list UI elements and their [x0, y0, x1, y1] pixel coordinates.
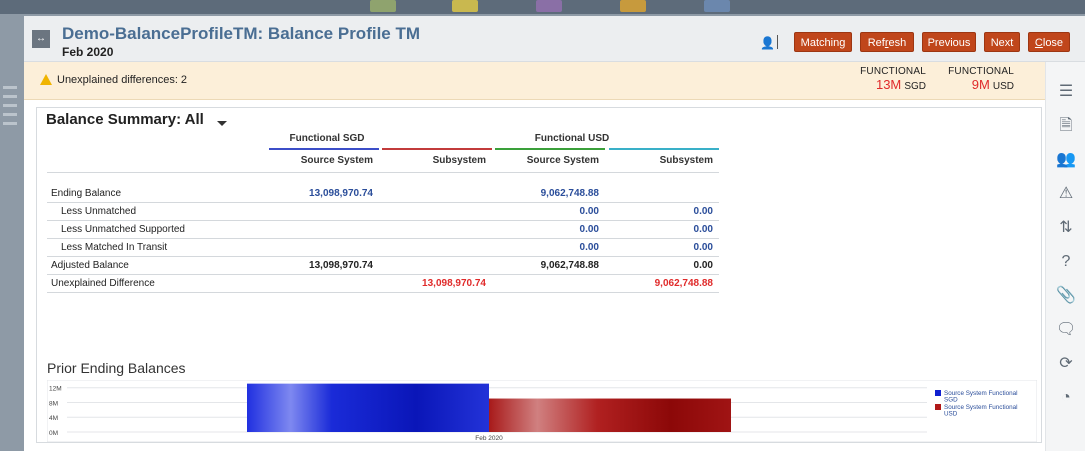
- metric-currency: SGD: [904, 81, 926, 92]
- toolbar-divider: [777, 35, 778, 49]
- unexplained-alert-banner: Unexplained differences: 2 FUNCTIONAL 13…: [24, 62, 1045, 100]
- background-tile-3: [536, 0, 562, 12]
- document-info-icon[interactable]: 🗎: [1056, 116, 1076, 136]
- prior-ending-balances-title: Prior Ending Balances: [47, 360, 186, 376]
- user-icon[interactable]: 👤: [760, 36, 775, 50]
- previous-button[interactable]: Previous: [922, 32, 976, 52]
- table-cell[interactable]: 0.00: [593, 206, 713, 217]
- table-cell[interactable]: 13,098,970.74: [253, 188, 373, 199]
- balance-profile-dialog: ↔ Demo-BalanceProfileTM: Balance Profile…: [24, 16, 1085, 451]
- comment-icon[interactable]: 🗨: [1056, 320, 1076, 340]
- x-tick-label: Feb 2020: [475, 435, 503, 442]
- balance-summary-panel: Balance Summary: All Functional SGD Func…: [36, 107, 1042, 443]
- y-tick-label: 4M: [49, 415, 58, 422]
- metric-functional-sgd[interactable]: FUNCTIONAL 13M SGD: [854, 66, 926, 92]
- row-label: Adjusted Balance: [51, 260, 129, 271]
- dialog-header: ↔ Demo-BalanceProfileTM: Balance Profile…: [24, 16, 1085, 62]
- column-rule-2: [382, 148, 492, 150]
- table-cell[interactable]: 0.00: [593, 242, 713, 253]
- y-tick-label: 8M: [49, 400, 58, 407]
- y-tick-label: 0M: [49, 430, 58, 437]
- group-header-sgd: Functional SGD: [289, 133, 365, 144]
- dialog-title: Demo-BalanceProfileTM: Balance Profile T…: [62, 24, 421, 43]
- table-cell[interactable]: 0.00: [479, 242, 599, 253]
- table-cell[interactable]: 13,098,970.74: [253, 260, 373, 271]
- bar-source-sgd: [247, 383, 489, 432]
- close-button[interactable]: Close: [1028, 32, 1070, 52]
- list-icon[interactable]: ☰: [1056, 82, 1076, 102]
- column-rule-3: [495, 148, 605, 150]
- matching-button[interactable]: Matching: [794, 32, 852, 52]
- column-header[interactable]: Source System: [253, 155, 373, 166]
- row-divider: [47, 274, 719, 275]
- prior-ending-balances-chart: 0M4M8M12MFeb 2020Source System Functiona…: [47, 380, 1037, 442]
- metric-currency: USD: [992, 81, 1014, 92]
- group-header-usd: Functional USD: [534, 133, 610, 144]
- metric-label: FUNCTIONAL: [860, 66, 926, 77]
- user-settings-icon[interactable]: 👥: [1056, 150, 1076, 170]
- column-rule-1: [269, 148, 379, 150]
- row-label: Ending Balance: [51, 188, 122, 199]
- metric-value: 13M: [875, 77, 902, 92]
- y-tick-label: 12M: [49, 386, 62, 393]
- bar-source-usd: [489, 398, 731, 432]
- table-cell[interactable]: 0.00: [479, 206, 599, 217]
- question-list-icon[interactable]: ?: [1056, 252, 1076, 272]
- balance-summary-title: Balance Summary: All: [46, 111, 204, 128]
- row-label: Less Unmatched Supported: [61, 224, 185, 235]
- table-cell[interactable]: 9,062,748.88: [479, 260, 599, 271]
- alert-icon[interactable]: ⚠: [1056, 184, 1076, 204]
- background-tile-1: [370, 0, 396, 12]
- row-divider: [47, 238, 719, 239]
- header-rule: [47, 172, 719, 173]
- table-cell[interactable]: 0.00: [593, 224, 713, 235]
- next-button[interactable]: Next: [984, 32, 1020, 52]
- row-divider: [47, 220, 719, 221]
- legend-swatch: [935, 390, 941, 396]
- table-cell[interactable]: 0.00: [479, 224, 599, 235]
- metric-value: 9M: [971, 77, 990, 92]
- table-cell[interactable]: 0.00: [593, 260, 713, 271]
- background-tile-5: [704, 0, 730, 12]
- column-header[interactable]: Subsystem: [366, 155, 486, 166]
- row-divider: [47, 256, 719, 257]
- metric-functional-usd[interactable]: FUNCTIONAL 9M USD: [942, 66, 1014, 92]
- chevron-down-icon[interactable]: [217, 121, 227, 126]
- row-label: Less Matched In Transit: [61, 242, 168, 253]
- row-label: Unexplained Difference: [51, 278, 155, 289]
- column-header[interactable]: Source System: [479, 155, 599, 166]
- history-icon[interactable]: ⟳: [1056, 354, 1076, 374]
- table-cell[interactable]: 9,062,748.88: [479, 188, 599, 199]
- clock-icon[interactable]: ◔: [1056, 388, 1076, 408]
- background-tile-4: [620, 0, 646, 12]
- refresh-button[interactable]: Refresh: [860, 32, 914, 52]
- period-label: Feb 2020: [62, 45, 114, 59]
- row-divider: [47, 202, 719, 203]
- legend-swatch: [935, 404, 941, 410]
- attachment-icon[interactable]: 📎: [1056, 286, 1076, 306]
- column-header[interactable]: Subsystem: [593, 155, 713, 166]
- background-tile-2: [452, 0, 478, 12]
- expand-icon[interactable]: ↔: [32, 30, 50, 48]
- warning-icon: [40, 74, 52, 85]
- row-divider: [47, 292, 719, 293]
- background-side-menu: [0, 80, 22, 200]
- right-toolbar: ☰ 🗎 👥 ⚠ ⇅ ? 📎 🗨 ⟳ ◔: [1045, 62, 1085, 451]
- row-label: Less Unmatched: [61, 206, 137, 217]
- table-cell[interactable]: 9,062,748.88: [593, 278, 713, 289]
- table-cell[interactable]: 13,098,970.74: [366, 278, 486, 289]
- alert-text: Unexplained differences: 2: [57, 74, 188, 86]
- column-rule-4: [609, 148, 719, 150]
- balance-icon[interactable]: ⇅: [1056, 218, 1076, 238]
- metric-label: FUNCTIONAL: [948, 66, 1014, 77]
